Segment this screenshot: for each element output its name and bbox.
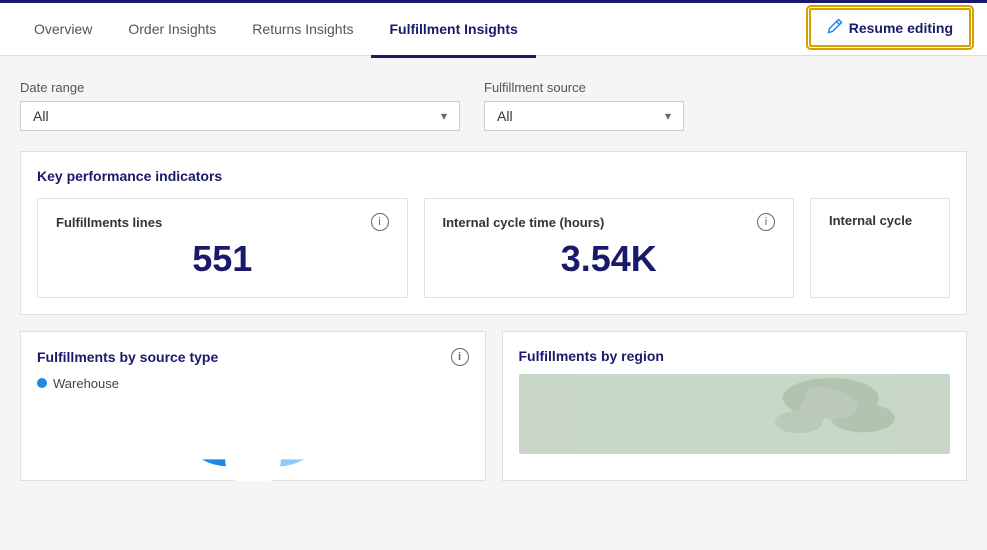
fulfillment-source-value: All <box>497 108 513 124</box>
fulfillments-by-region-card: Fulfillments by region <box>502 331 968 481</box>
kpi-section-title: Key performance indicators <box>37 168 950 184</box>
pencil-icon <box>827 18 843 37</box>
kpi-card-title-fulfillment-lines: Fulfillments lines <box>56 215 162 230</box>
fulfillments-by-source-info-icon[interactable]: i <box>451 348 469 366</box>
kpi-value-fulfillment-lines: 551 <box>56 239 389 279</box>
date-range-filter-group: Date range All ▾ <box>20 80 460 131</box>
kpi-info-icon-fulfillment-lines[interactable]: i <box>371 213 389 231</box>
warehouse-legend-dot <box>37 378 47 388</box>
top-nav-bar: OverviewOrder InsightsReturns InsightsFu… <box>0 0 987 56</box>
kpi-card-partial: Internal cycle <box>810 198 950 298</box>
fulfillments-by-source-card: Fulfillments by source type i Warehouse <box>20 331 486 481</box>
date-range-chevron-icon: ▾ <box>441 109 447 123</box>
fulfillment-source-filter-group: Fulfillment source All ▾ <box>484 80 684 131</box>
map-svg <box>519 374 951 454</box>
kpi-card-fulfillment-lines: Fulfillments lines i 551 <box>37 198 408 298</box>
tab-overview[interactable]: Overview <box>16 3 110 58</box>
resume-editing-label: Resume editing <box>849 20 953 36</box>
warehouse-legend-item: Warehouse <box>37 376 469 391</box>
filter-row: Date range All ▾ Fulfillment source All … <box>20 80 967 131</box>
kpi-section: Key performance indicators Fulfillments … <box>20 151 967 315</box>
kpi-card-title-internal-cycle-hours: Internal cycle time (hours) <box>443 215 605 230</box>
kpi-card-internal-cycle-hours: Internal cycle time (hours) i 3.54K <box>424 198 795 298</box>
kpi-value-internal-cycle-hours: 3.54K <box>443 239 776 279</box>
kpi-cards-row: Fulfillments lines i 551 Internal cycle … <box>37 198 950 298</box>
tab-fulfillment-insights[interactable]: Fulfillment Insights <box>371 3 535 58</box>
date-range-select[interactable]: All ▾ <box>20 101 460 131</box>
fulfillment-source-label: Fulfillment source <box>484 80 684 95</box>
map-area <box>519 374 951 454</box>
date-range-value: All <box>33 108 49 124</box>
bottom-row: Fulfillments by source type i Warehouse … <box>20 331 967 481</box>
donut-chart-area <box>37 395 469 464</box>
resume-editing-button[interactable]: Resume editing <box>809 8 971 47</box>
donut-chart-svg <box>193 399 313 464</box>
date-range-label: Date range <box>20 80 460 95</box>
tab-order-insights[interactable]: Order Insights <box>110 3 234 58</box>
main-content: Date range All ▾ Fulfillment source All … <box>0 56 987 550</box>
fulfillments-by-region-title: Fulfillments by region <box>519 348 951 364</box>
fulfillments-by-source-title: Fulfillments by source type i <box>37 348 469 366</box>
kpi-partial-title: Internal cycle <box>829 213 912 228</box>
fulfillment-source-select[interactable]: All ▾ <box>484 101 684 131</box>
tab-returns-insights[interactable]: Returns Insights <box>234 3 371 58</box>
fulfillment-source-chevron-icon: ▾ <box>665 109 671 123</box>
kpi-info-icon-internal-cycle-hours[interactable]: i <box>757 213 775 231</box>
warehouse-legend-label: Warehouse <box>53 376 119 391</box>
